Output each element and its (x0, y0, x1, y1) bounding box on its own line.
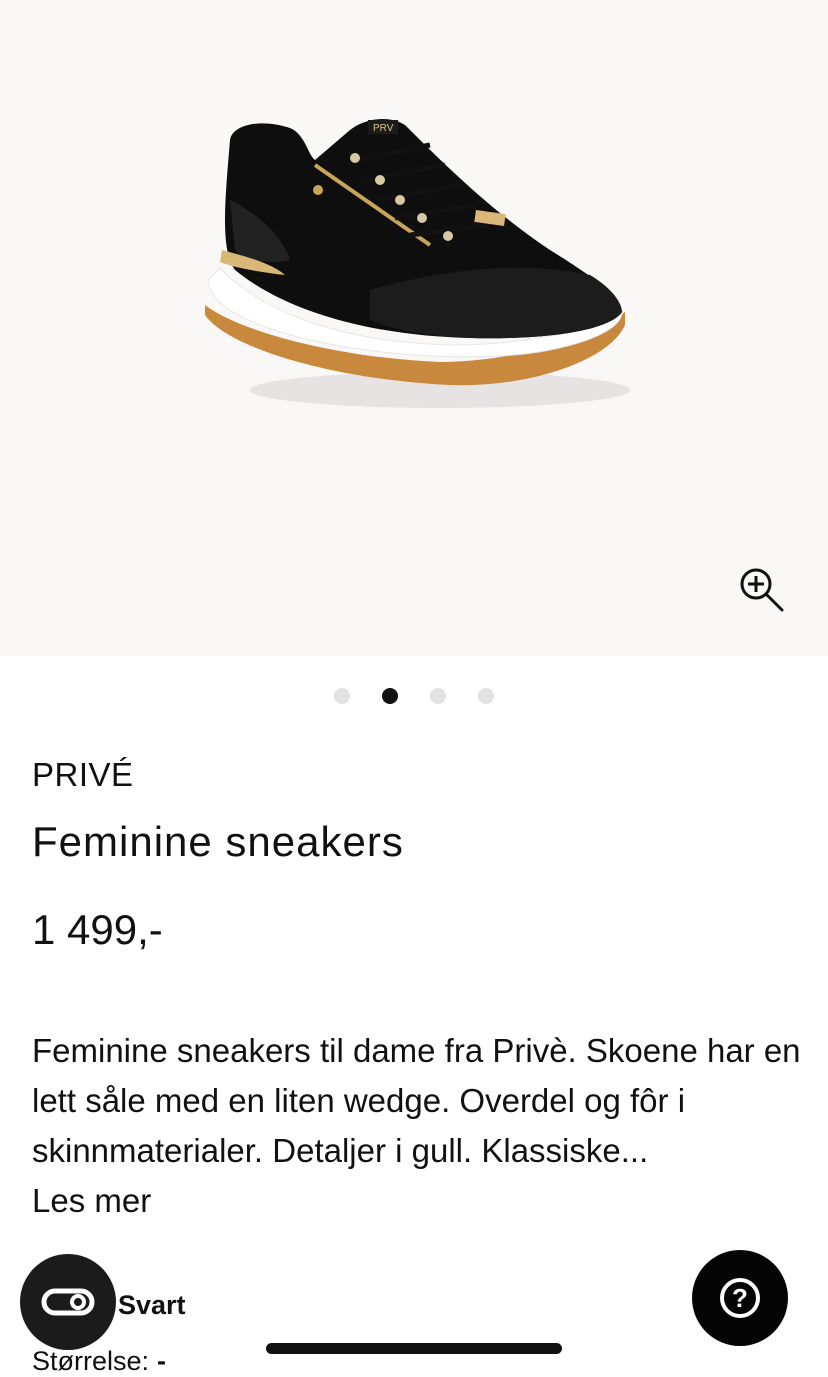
help-question-glyph: ? (732, 1283, 748, 1313)
product-image: PRV (205, 118, 630, 408)
toggle-link-button[interactable] (20, 1254, 116, 1350)
product-description: Feminine sneakers til dame fra Privè. Sk… (32, 1032, 801, 1169)
size-selection[interactable]: Størrelse: - (32, 1346, 166, 1377)
gallery-dot[interactable] (478, 688, 494, 704)
read-more-link[interactable]: Les mer (32, 1176, 151, 1226)
size-label: Størrelse: (32, 1346, 150, 1376)
gallery-dot[interactable] (430, 688, 446, 704)
shoe-logo: PRV (373, 123, 394, 134)
product-title: Feminine sneakers (32, 818, 404, 865)
product-price: 1 499,- (32, 906, 163, 953)
color-value: Svart (118, 1290, 186, 1320)
size-value: - (157, 1346, 167, 1376)
product-brand[interactable]: PRIVÉ (32, 756, 134, 794)
gallery-dot[interactable] (334, 688, 350, 704)
help-question-icon: ? (720, 1278, 760, 1318)
home-indicator[interactable] (266, 1343, 562, 1354)
product-image-gallery[interactable]: PRV (0, 0, 828, 656)
toggle-link-icon (41, 1288, 95, 1316)
help-button[interactable]: ? (692, 1250, 788, 1346)
zoom-in-icon (740, 568, 784, 612)
gallery-pagination (0, 686, 828, 706)
zoom-in-button[interactable] (734, 562, 790, 618)
gallery-dot-active[interactable] (382, 688, 398, 704)
